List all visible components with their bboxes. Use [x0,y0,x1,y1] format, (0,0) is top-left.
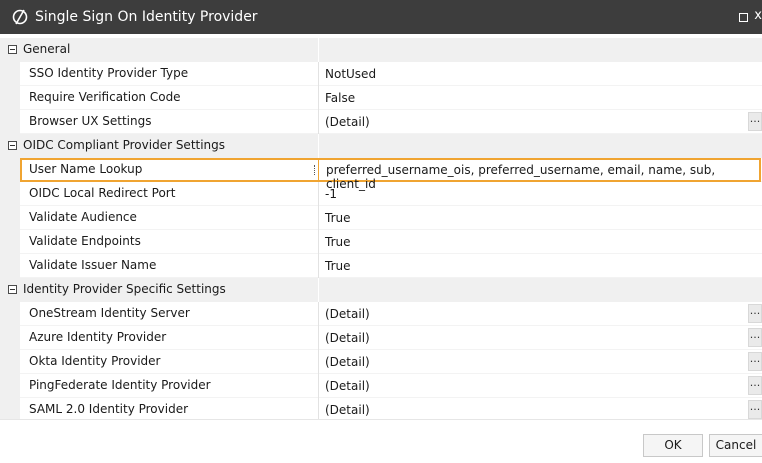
property-name: Require Verification Code [29,90,181,104]
property-value[interactable]: (Detail) [325,115,370,129]
property-row[interactable]: Require Verification Code False [0,86,762,110]
ok-button[interactable]: OK [643,434,703,457]
app-logo-icon [11,8,29,26]
property-name: Validate Audience [29,210,137,224]
property-name: User Name Lookup [29,162,143,176]
property-row[interactable]: Validate Issuer Name True [0,254,762,278]
property-row[interactable]: SSO Identity Provider Type NotUsed [0,62,762,86]
ellipsis-button[interactable]: ... [748,352,762,371]
property-name: Azure Identity Provider [29,330,167,344]
property-name: OIDC Local Redirect Port [29,186,176,200]
property-value[interactable]: (Detail) [325,331,370,345]
title-bar: Single Sign On Identity Provider x [0,0,762,34]
ellipsis-button[interactable]: ... [748,112,762,131]
property-value[interactable]: False [325,91,355,105]
property-name: Browser UX Settings [29,114,152,128]
window-title: Single Sign On Identity Provider [35,9,258,25]
category-oidc[interactable]: OIDC Compliant Provider Settings [0,134,762,158]
collapse-icon[interactable] [8,285,17,294]
property-row[interactable]: Azure Identity Provider (Detail) ... [0,326,762,350]
ellipsis-button[interactable]: ... [748,304,762,323]
property-name: Okta Identity Provider [29,354,161,368]
ellipsis-button[interactable]: ... [748,400,762,419]
property-value[interactable]: NotUsed [325,67,376,81]
property-name: Validate Endpoints [29,234,141,248]
category-general[interactable]: General [0,38,762,62]
property-row[interactable]: OneStream Identity Server (Detail) ... [0,302,762,326]
property-value[interactable]: True [325,235,351,249]
property-name: OneStream Identity Server [29,306,190,320]
property-value[interactable]: True [325,211,351,225]
property-name: PingFederate Identity Provider [29,378,211,392]
property-row-selected[interactable]: User Name Lookup preferred_username_ois,… [0,158,762,191]
close-icon[interactable]: x [754,8,762,23]
category-identity-provider[interactable]: Identity Provider Specific Settings [0,278,762,302]
property-row[interactable]: Validate Endpoints True [0,230,762,254]
cancel-button[interactable]: Cancel [709,434,762,457]
splitter-handle[interactable] [314,165,316,175]
property-row[interactable]: Validate Audience True [0,206,762,230]
ellipsis-button[interactable]: ... [748,376,762,395]
property-row[interactable]: SAML 2.0 Identity Provider (Detail) ... [0,398,762,419]
property-row[interactable]: PingFederate Identity Provider (Detail) … [0,374,762,398]
property-name: Validate Issuer Name [29,258,157,272]
dialog-footer: OK Cancel [0,420,762,463]
category-label: General [23,42,71,56]
property-name: SAML 2.0 Identity Provider [29,402,189,416]
property-row[interactable]: Okta Identity Provider (Detail) ... [0,350,762,374]
property-row[interactable]: Browser UX Settings (Detail) ... [0,110,762,134]
collapse-icon[interactable] [8,45,17,54]
property-value[interactable]: -1 [325,187,337,201]
property-value[interactable]: (Detail) [325,379,370,393]
category-label: Identity Provider Specific Settings [23,282,226,296]
maximize-icon[interactable] [739,13,748,22]
property-row[interactable]: OIDC Local Redirect Port -1 [0,182,762,206]
property-value[interactable]: True [325,259,351,273]
collapse-icon[interactable] [8,141,17,150]
ellipsis-button[interactable]: ... [748,328,762,347]
property-value[interactable]: (Detail) [325,355,370,369]
category-label: OIDC Compliant Provider Settings [23,138,226,152]
property-name: SSO Identity Provider Type [29,66,189,80]
property-value[interactable]: (Detail) [325,307,370,321]
property-grid: General SSO Identity Provider Type NotUs… [0,38,762,420]
property-value[interactable]: (Detail) [325,403,370,417]
